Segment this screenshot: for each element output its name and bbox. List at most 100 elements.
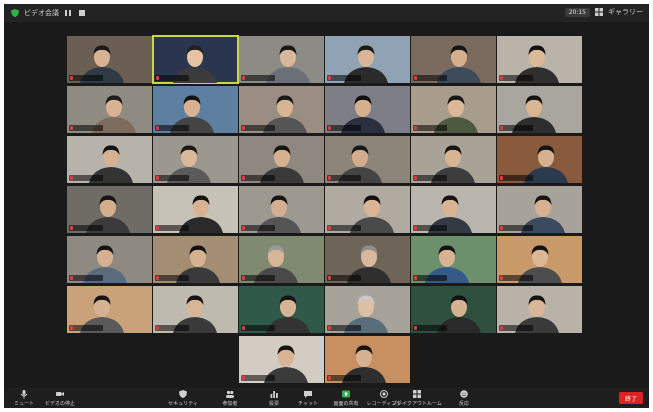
participant-video-tile[interactable]	[239, 86, 324, 133]
participant-video-tile[interactable]	[153, 86, 238, 133]
gallery-view-icon[interactable]	[594, 7, 604, 17]
muted-mic-icon	[328, 326, 331, 330]
breakout-rooms-icon	[413, 390, 421, 398]
participant-video-tile[interactable]	[67, 286, 152, 333]
breakout-rooms-button[interactable]: ブレイクアウトルーム	[392, 389, 442, 407]
participant-video-tile[interactable]	[153, 136, 238, 183]
shield-icon[interactable]	[10, 8, 20, 18]
bar-chart-icon	[270, 391, 278, 398]
participant-video-tile[interactable]	[67, 86, 152, 133]
participant-name-plate	[241, 175, 275, 181]
participant-video-tile[interactable]	[325, 36, 410, 83]
muted-mic-icon	[414, 326, 417, 330]
time-pill: 20:15	[564, 7, 590, 17]
participant-video-tile[interactable]	[325, 336, 410, 383]
muted-mic-icon	[500, 176, 503, 180]
participant-video-tile[interactable]	[152, 35, 239, 84]
participant-name-plate	[499, 125, 533, 131]
participant-video-tile[interactable]	[239, 186, 324, 233]
participant-name-plate	[241, 225, 275, 231]
participant-name-plate	[69, 325, 103, 331]
pause-icon[interactable]	[63, 8, 73, 18]
participant-video-tile[interactable]	[239, 236, 324, 283]
participant-name-plate	[69, 125, 103, 131]
mute-button[interactable]: ミュート	[4, 389, 44, 407]
participants-button[interactable]: 参加者	[210, 389, 250, 407]
muted-mic-icon	[242, 376, 245, 380]
participant-video-tile[interactable]	[497, 186, 582, 233]
participant-video-tile[interactable]	[153, 286, 238, 333]
participant-name-plate	[327, 325, 361, 331]
participant-video-tile[interactable]	[239, 136, 324, 183]
participant-video-tile[interactable]	[411, 186, 496, 233]
muted-mic-icon	[156, 76, 159, 80]
security-button[interactable]: セキュリティ	[163, 389, 203, 407]
participant-video-tile[interactable]	[153, 186, 238, 233]
participant-video-tile[interactable]	[411, 136, 496, 183]
participant-video-tile[interactable]	[325, 236, 410, 283]
participant-video-tile[interactable]	[411, 286, 496, 333]
participant-video-tile[interactable]	[411, 236, 496, 283]
participant-name-plate	[69, 225, 103, 231]
participant-video-tile[interactable]	[239, 336, 324, 383]
participant-video-tile[interactable]	[497, 286, 582, 333]
muted-mic-icon	[328, 176, 331, 180]
participant-video-tile[interactable]	[325, 186, 410, 233]
participant-name-plate	[413, 325, 447, 331]
participant-video-tile[interactable]	[67, 136, 152, 183]
participant-name-plate	[241, 275, 275, 281]
muted-mic-icon	[242, 176, 245, 180]
muted-mic-icon	[156, 276, 159, 280]
view-label[interactable]: ギャラリー	[608, 7, 643, 17]
participant-video-tile[interactable]	[411, 36, 496, 83]
stop-icon[interactable]	[77, 8, 87, 18]
participant-video-tile[interactable]	[239, 36, 324, 83]
reactions-button[interactable]: 反応	[444, 389, 484, 407]
participant-video-tile[interactable]	[67, 36, 152, 83]
muted-mic-icon	[70, 126, 73, 130]
participant-video-tile[interactable]	[497, 136, 582, 183]
participant-name-plate	[413, 225, 447, 231]
muted-mic-icon	[156, 226, 159, 230]
participant-name-plate	[327, 375, 361, 381]
reaction-smiley-icon	[460, 390, 468, 398]
muted-mic-icon	[414, 276, 417, 280]
zoom-window: ビデオ会議 20:15 ギャラリー ミュート ビデオの停止 セキュリティ 参加者…	[4, 4, 649, 408]
participant-video-tile[interactable]	[153, 236, 238, 283]
participant-video-tile[interactable]	[325, 286, 410, 333]
participant-name-plate	[413, 275, 447, 281]
muted-mic-icon	[328, 376, 331, 380]
participant-video-tile[interactable]	[497, 86, 582, 133]
participant-name-plate	[499, 275, 533, 281]
end-meeting-button[interactable]: 終了	[619, 392, 643, 404]
muted-mic-icon	[328, 226, 331, 230]
participant-video-tile[interactable]	[411, 86, 496, 133]
microphone-icon	[20, 390, 28, 399]
participant-name-plate	[155, 275, 189, 281]
share-screen-button[interactable]: 画面の共有	[326, 389, 366, 407]
security-shield-icon	[179, 390, 187, 398]
participant-name-plate	[327, 275, 361, 281]
stop-video-button[interactable]: ビデオの停止	[40, 389, 80, 407]
muted-mic-icon	[414, 176, 417, 180]
chat-button[interactable]: チャット	[288, 389, 328, 407]
record-icon	[380, 390, 388, 398]
participant-video-tile[interactable]	[239, 286, 324, 333]
muted-mic-icon	[328, 76, 331, 80]
participant-name-plate	[69, 275, 103, 281]
participant-name-plate	[413, 125, 447, 131]
participant-name-plate	[327, 75, 361, 81]
muted-mic-icon	[156, 126, 159, 130]
participant-name-plate	[241, 125, 275, 131]
participant-video-tile[interactable]	[497, 36, 582, 83]
muted-mic-icon	[500, 126, 503, 130]
muted-mic-icon	[328, 126, 331, 130]
participant-video-tile[interactable]	[497, 236, 582, 283]
muted-mic-icon	[70, 176, 73, 180]
participant-video-tile[interactable]	[67, 186, 152, 233]
participant-video-tile[interactable]	[67, 236, 152, 283]
participant-video-tile[interactable]	[325, 136, 410, 183]
muted-mic-icon	[500, 276, 503, 280]
participant-name-plate	[241, 75, 275, 81]
participant-video-tile[interactable]	[325, 86, 410, 133]
